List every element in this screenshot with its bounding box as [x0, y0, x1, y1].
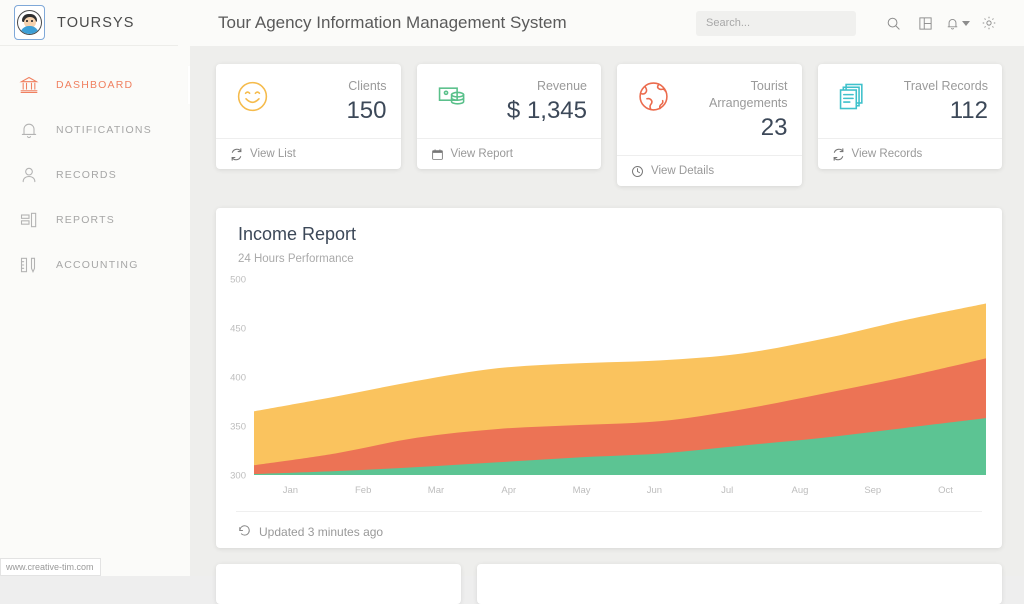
watermark: www.creative-tim.com — [0, 558, 101, 576]
x-tick-label: Aug — [791, 485, 809, 496]
clock-icon — [631, 165, 644, 178]
sidebar-item-accounting[interactable]: ACCOUNTING — [0, 242, 190, 287]
sidebar-nav: DASHBOARD NOTIFICATIONS RECORDS REPORTS … — [0, 62, 206, 287]
chart-subtitle: 24 Hours Performance — [238, 253, 354, 265]
sidebar-item-reports[interactable]: REPORTS — [0, 197, 190, 242]
sidebar-item-label: RECORDS — [56, 168, 117, 181]
topbar: Tour Agency Information Management Syste… — [190, 0, 1024, 46]
bottom-cards — [216, 564, 1002, 604]
x-tick-label: Sep — [864, 485, 882, 496]
x-tick-label: Apr — [501, 485, 517, 496]
refresh-icon — [832, 147, 845, 161]
chart-title: Income Report — [238, 224, 357, 244]
stat-card-value: 112 — [949, 97, 988, 124]
sidebar-item-label: ACCOUNTING — [56, 258, 139, 271]
chart-x-axis: Jan Feb Mar Apr May Jun Jul Aug Sep Oct — [216, 485, 988, 496]
gear-icon[interactable] — [976, 10, 1002, 36]
sidebar-item-notifications[interactable]: NOTIFICATIONS — [0, 107, 190, 152]
bar-chart-icon — [18, 209, 40, 231]
stat-card-footer-label: View Report — [450, 148, 513, 160]
sidebar-item-label: NOTIFICATIONS — [56, 123, 152, 136]
calendar-icon — [431, 148, 444, 161]
sidebar-item-records[interactable]: RECORDS — [0, 152, 190, 197]
divider — [236, 511, 982, 512]
x-tick-label: Jun — [646, 485, 663, 496]
stat-card-label: Revenue — [536, 79, 587, 93]
chart-footer-label: Updated 3 minutes ago — [259, 525, 384, 539]
view-list-link[interactable]: View List — [230, 139, 387, 169]
search-field[interactable] — [696, 10, 856, 36]
y-tick-label: 450 — [230, 324, 246, 335]
money-coins-icon — [431, 78, 475, 122]
notifications-bell-icon[interactable] — [944, 10, 970, 36]
x-tick-label: Jul — [721, 485, 734, 496]
main-area: Tour Agency Information Management Syste… — [190, 0, 1024, 604]
content: Clients 150 View List Revenue $ 1,345 Vi… — [190, 46, 1024, 604]
sidebar: TOURSYS DASHBOARD NOTIFICATIONS RECORDS … — [0, 0, 206, 576]
sidebar-item-label: DASHBOARD — [56, 78, 134, 91]
stat-card-clients[interactable]: Clients 150 View List — [216, 64, 401, 169]
bell-icon — [18, 119, 40, 141]
ruler-pen-icon — [18, 254, 40, 276]
documents-icon — [832, 78, 876, 122]
x-tick-label: May — [572, 485, 591, 496]
x-tick-label: Jan — [282, 485, 299, 496]
app-root: TOURSYS DASHBOARD NOTIFICATIONS RECORDS … — [0, 0, 1024, 604]
stat-card-value: 23 — [760, 114, 788, 141]
stat-card-label: Clients — [348, 79, 387, 93]
globe-icon — [631, 78, 675, 122]
income-report-card: Income Report 24 Hours Performance 300 35… — [216, 208, 1002, 548]
stat-card-value: $ 1,345 — [506, 97, 587, 124]
search-icon[interactable] — [880, 10, 906, 36]
avatar — [14, 5, 45, 40]
refresh-icon — [230, 147, 243, 161]
x-tick-label: Oct — [938, 485, 953, 496]
stat-card-label: Travel Records — [903, 79, 988, 93]
stat-card-footer-label: View Details — [651, 165, 715, 177]
stat-card-footer-label: View Records — [851, 148, 923, 160]
bottom-card-right[interactable] — [477, 564, 1002, 604]
chart-svg: 300 350 400 450 500 — [230, 275, 986, 482]
stat-card-footer-label: View List — [250, 148, 296, 160]
search-input[interactable] — [704, 16, 848, 30]
view-details-link[interactable]: View Details — [631, 156, 788, 186]
view-report-link[interactable]: View Report — [431, 139, 588, 169]
page-title: Tour Agency Information Management Syste… — [218, 13, 567, 32]
stat-card-label: Tourist Arrangements — [708, 79, 788, 110]
history-icon — [238, 524, 251, 540]
y-tick-label: 300 — [230, 471, 246, 482]
area-chart: 300 350 400 450 500 Jan Feb Mar Apr May Jun Jul Aug… — [216, 271, 1002, 496]
chart-footer: Updated 3 minutes ago — [238, 524, 383, 540]
stat-card-tourist-arrangements[interactable]: Tourist Arrangements 23 View Details — [617, 64, 802, 186]
user-avatar-icon — [17, 10, 42, 35]
sidebar-item-label: REPORTS — [56, 213, 115, 226]
smiley-face-icon — [230, 78, 274, 122]
bank-icon — [18, 74, 40, 96]
stat-cards: Clients 150 View List Revenue $ 1,345 Vi… — [216, 64, 1002, 186]
x-tick-label: Mar — [427, 485, 445, 496]
chevron-down-icon[interactable] — [961, 20, 970, 26]
dashboard-grid-icon[interactable] — [912, 10, 938, 36]
y-tick-label: 400 — [230, 373, 246, 384]
view-records-link[interactable]: View Records — [832, 139, 989, 169]
x-tick-label: Feb — [355, 485, 372, 496]
bottom-card-left[interactable] — [216, 564, 461, 604]
sidebar-item-dashboard[interactable]: DASHBOARD — [0, 62, 206, 107]
brand[interactable]: TOURSYS — [0, 0, 178, 46]
brand-name: TOURSYS — [57, 14, 135, 31]
stat-card-travel-records[interactable]: Travel Records 112 View Records — [817, 64, 1002, 169]
person-icon — [18, 164, 40, 186]
stat-card-value: 150 — [346, 97, 387, 124]
y-tick-label: 350 — [230, 422, 246, 433]
stat-card-revenue[interactable]: Revenue $ 1,345 View Report — [416, 64, 601, 169]
y-tick-label: 500 — [230, 275, 246, 286]
